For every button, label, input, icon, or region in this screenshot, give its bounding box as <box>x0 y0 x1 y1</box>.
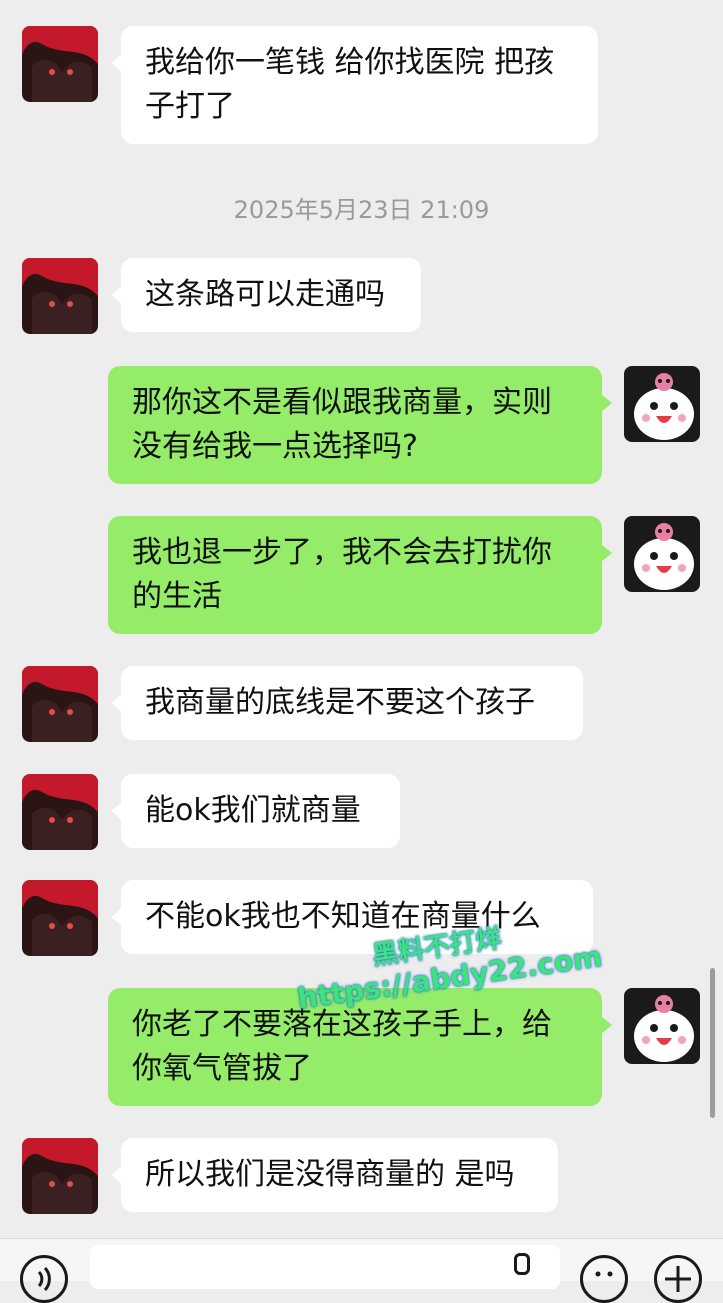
contact-avatar[interactable] <box>22 666 98 742</box>
incoming-message-bubble[interactable]: 能ok我们就商量 <box>111 774 400 848</box>
incoming-message-bubble[interactable]: 这条路可以走通吗 <box>111 258 421 332</box>
outgoing-message-bubble[interactable]: 那你这不是看似跟我商量，实则 没有给我一点选择吗? <box>108 366 612 484</box>
emoji-icon[interactable] <box>580 1255 628 1303</box>
message-input[interactable] <box>90 1245 560 1289</box>
voice-icon[interactable] <box>20 1255 68 1303</box>
my-avatar[interactable] <box>624 516 700 592</box>
scrollbar[interactable] <box>710 968 715 1118</box>
plus-icon[interactable] <box>654 1255 702 1303</box>
chat-area: 我给你一笔钱 给你找医院 把孩 子打了 2025年5月23日 21:09 这条路… <box>0 0 723 1238</box>
microphone-icon[interactable] <box>514 1253 530 1275</box>
outgoing-message-bubble[interactable]: 你老了不要落在这孩子手上，给 你氧气管拔了 <box>108 988 612 1106</box>
contact-avatar[interactable] <box>22 258 98 334</box>
incoming-message-bubble[interactable]: 不能ok我也不知道在商量什么 <box>111 880 593 954</box>
incoming-message-bubble[interactable]: 我给你一笔钱 给你找医院 把孩 子打了 <box>111 26 598 144</box>
contact-avatar[interactable] <box>22 774 98 850</box>
message-timestamp: 2025年5月23日 21:09 <box>233 196 490 224</box>
contact-avatar[interactable] <box>22 880 98 956</box>
my-avatar[interactable] <box>624 366 700 442</box>
incoming-message-bubble[interactable]: 所以我们是没得商量的 是吗 <box>111 1138 558 1212</box>
my-avatar[interactable] <box>624 988 700 1064</box>
input-bar <box>0 1238 723 1303</box>
contact-avatar[interactable] <box>22 1138 98 1214</box>
incoming-message-bubble[interactable]: 我商量的底线是不要这个孩子 <box>111 666 583 740</box>
outgoing-message-bubble[interactable]: 我也退一步了，我不会去打扰你 的生活 <box>108 516 612 634</box>
contact-avatar[interactable] <box>22 26 98 102</box>
